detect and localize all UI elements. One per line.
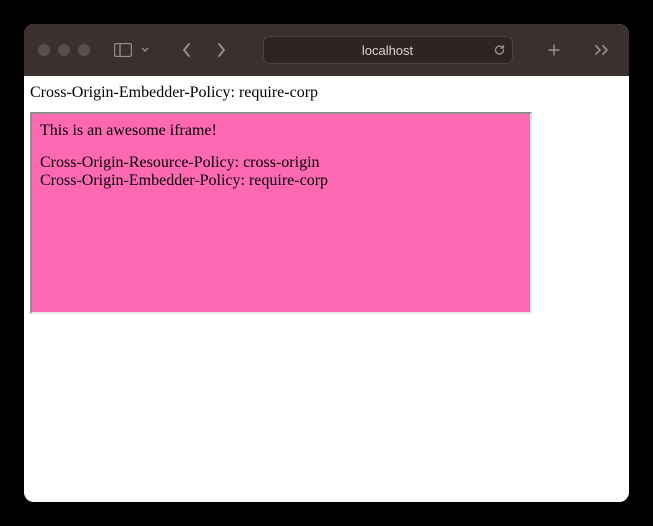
reload-icon bbox=[493, 44, 506, 57]
overflow-button[interactable] bbox=[589, 37, 615, 63]
iframe-title: This is an awesome iframe! bbox=[40, 122, 522, 140]
sidebar-toggle-group bbox=[110, 37, 152, 63]
traffic-lights bbox=[38, 44, 90, 56]
url-text: localhost bbox=[362, 43, 413, 58]
address-bar[interactable]: localhost bbox=[263, 36, 513, 64]
sidebar-toggle-button[interactable] bbox=[110, 37, 136, 63]
sidebar-menu-button[interactable] bbox=[138, 37, 152, 63]
chevron-left-icon bbox=[182, 42, 192, 58]
new-tab-button[interactable] bbox=[541, 37, 567, 63]
reload-button[interactable] bbox=[493, 44, 506, 57]
plus-icon bbox=[547, 43, 561, 57]
titlebar: localhost bbox=[24, 24, 629, 76]
close-window-button[interactable] bbox=[38, 44, 50, 56]
minimize-window-button[interactable] bbox=[58, 44, 70, 56]
iframe-corp-line: Cross-Origin-Resource-Policy: cross-orig… bbox=[40, 154, 522, 172]
chevrons-right-icon bbox=[594, 43, 610, 57]
browser-window: localhost Cross-Origin-Embedder-Policy: … bbox=[24, 24, 629, 502]
iframe-coep-line: Cross-Origin-Embedder-Policy: require-co… bbox=[40, 172, 522, 190]
page-content: Cross-Origin-Embedder-Policy: require-co… bbox=[24, 76, 629, 502]
coep-header-text: Cross-Origin-Embedder-Policy: require-co… bbox=[30, 82, 623, 112]
chevron-right-icon bbox=[216, 42, 226, 58]
chevron-down-icon bbox=[141, 47, 149, 53]
sidebar-icon bbox=[114, 43, 132, 57]
embedded-iframe: This is an awesome iframe! Cross-Origin-… bbox=[30, 112, 532, 314]
back-button[interactable] bbox=[174, 37, 200, 63]
zoom-window-button[interactable] bbox=[78, 44, 90, 56]
forward-button[interactable] bbox=[208, 37, 234, 63]
